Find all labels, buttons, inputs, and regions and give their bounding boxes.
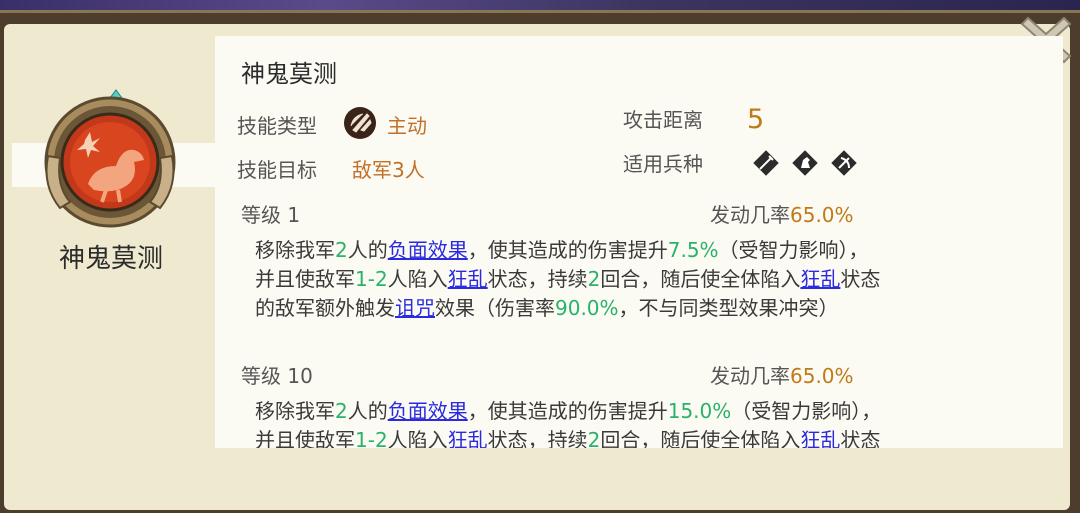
description-text: 回合，随后使全体陷入 (600, 428, 801, 448)
description-text: ，使其造成的伤害提升 (467, 238, 668, 262)
description-text: 人的 (347, 238, 388, 262)
archer-icon (831, 150, 857, 176)
infantry-icon (753, 150, 779, 176)
rate-value: 65.0% (790, 203, 854, 227)
rate-label: 发动几率 (710, 364, 790, 388)
description-text: 移除我军 (255, 238, 335, 262)
description-text: 人陷入 (387, 267, 448, 291)
skill-target-label: 技能目标 (237, 158, 317, 182)
description-text: 移除我军 (255, 399, 335, 423)
description-text: 人的 (347, 399, 388, 423)
skill-type-label: 技能类型 (237, 114, 317, 138)
description-text: 状态 (840, 428, 881, 448)
value-highlight: 1-2 (355, 428, 388, 448)
troop-type-label: 适用兵种 (623, 152, 703, 176)
level-10-rate: 发动几率65.0% (710, 361, 854, 391)
value-highlight: 90.0% (555, 296, 619, 320)
value-highlight: 7.5% (667, 238, 719, 262)
active-skill-icon (344, 107, 376, 139)
value-highlight: 2 (335, 399, 348, 423)
description-text: 人陷入 (387, 428, 448, 448)
value-highlight: 2 (587, 267, 601, 291)
status-effect-link[interactable]: 诅咒 (395, 296, 435, 320)
value-highlight: 2 (335, 238, 348, 262)
description-text: ，使其造成的伤害提升 (467, 399, 668, 423)
skill-target-value: 敌军3人 (352, 158, 425, 182)
skill-detail-card: 神鬼莫测 技能类型 主动 技能目标 敌军3人 攻击距离 5 适用兵种 等级 1 … (215, 36, 1063, 448)
rate-label: 发动几率 (710, 203, 790, 227)
status-effect-link[interactable]: 狂乱 (448, 267, 488, 291)
value-highlight: 2 (587, 428, 601, 448)
rate-value: 65.0% (790, 364, 854, 388)
attack-range-value: 5 (747, 104, 765, 135)
description-text: 回合，随后使全体陷入 (600, 267, 801, 291)
level-10-row: 等级 10 (241, 361, 313, 391)
level-number: 1 (287, 203, 301, 227)
description-text: 状态，持续 (487, 428, 588, 448)
attack-range-label: 攻击距离 (623, 108, 703, 132)
skill-title: 神鬼莫测 (241, 60, 337, 88)
status-effect-link[interactable]: 狂乱 (800, 267, 840, 291)
status-effect-link[interactable]: 负面效果 (388, 238, 468, 262)
skill-icon-button[interactable] (30, 86, 190, 228)
level-1-description: 移除我军2人的负面效果，使其造成的伤害提升7.5%（受智力影响）， 并且使敌军1… (255, 236, 1045, 323)
cavalry-icon (792, 150, 818, 176)
value-highlight: 15.0% (667, 399, 732, 423)
status-effect-link[interactable]: 狂乱 (448, 428, 488, 448)
level-number: 10 (287, 364, 313, 388)
level-label: 等级 (241, 364, 281, 388)
level-10-description: 移除我军2人的负面效果，使其造成的伤害提升15.0%（受智力影响）， 并且使敌军… (255, 397, 1045, 448)
status-effect-link[interactable]: 负面效果 (388, 399, 468, 423)
value-highlight: 1-2 (355, 267, 388, 291)
red-bird-skill-icon (44, 89, 176, 228)
description-text: ，不与同类型效果冲突） (618, 296, 839, 320)
skill-name-left: 神鬼莫测 (58, 244, 163, 274)
level-label: 等级 (241, 203, 281, 227)
description-text: 效果（伤害率 (435, 296, 555, 320)
level-1-rate: 发动几率65.0% (710, 200, 854, 230)
level-1-row: 等级 1 (241, 200, 300, 230)
status-effect-link[interactable]: 狂乱 (800, 428, 840, 448)
skill-type-value: 主动 (387, 114, 427, 138)
description-text: 状态，持续 (487, 267, 588, 291)
